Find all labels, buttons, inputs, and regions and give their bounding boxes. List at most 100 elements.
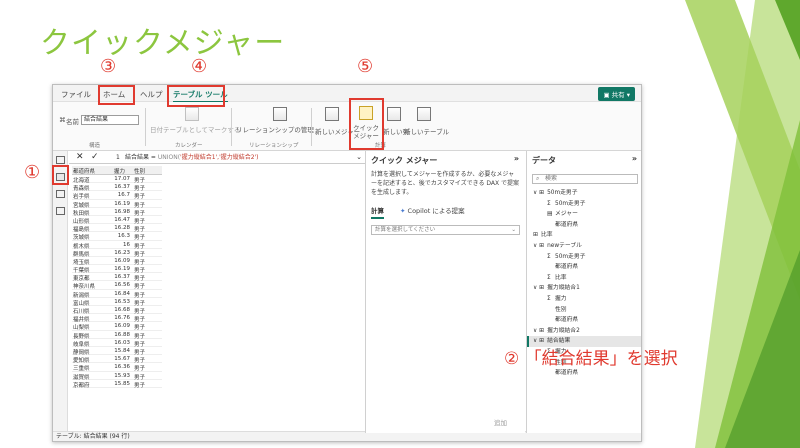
dax-query-icon[interactable] xyxy=(56,207,65,215)
sigma-icon: Σ xyxy=(547,274,551,281)
table-cell: 16.88 xyxy=(114,331,130,338)
table-row: 三重県 16.36 男子 xyxy=(72,363,162,372)
new-column-icon xyxy=(387,107,401,121)
add-button[interactable]: 追加 xyxy=(494,417,507,427)
copilot-tab-label: Copilot による提案 xyxy=(407,207,465,215)
data-field-item[interactable]: 都道府県 xyxy=(527,220,641,231)
table-row: 石川県 16.68 男子 xyxy=(72,306,162,315)
data-field-item[interactable]: ▤ メジャー xyxy=(527,209,641,220)
calculator-icon: ▤ xyxy=(547,211,553,218)
model-view-icon[interactable] xyxy=(56,190,65,198)
data-field-item[interactable]: Σ 握力 xyxy=(527,294,641,305)
table-cell: 15.93 xyxy=(114,372,130,379)
divider xyxy=(231,108,232,146)
marker-1: ① xyxy=(24,162,41,183)
table-cell: 15.67 xyxy=(114,356,130,363)
data-table-item[interactable]: ∨ ⊞ 握力縦結合2 xyxy=(527,326,641,337)
table-cell: 16.09 xyxy=(114,323,130,330)
calculation-select[interactable]: 計算を選択してください ⌄ xyxy=(371,225,520,235)
data-field-item[interactable]: 都道府県 xyxy=(527,262,641,273)
data-panel-title: データ xyxy=(532,156,556,165)
table-cell: 16.03 xyxy=(114,339,130,346)
table-row: 福島県 16.28 男子 xyxy=(72,224,162,233)
column-header[interactable]: 握力 xyxy=(114,167,130,175)
table-cell: 16.98 xyxy=(114,208,130,215)
table-row: 滋賀県 15.93 男子 xyxy=(72,372,162,381)
data-field-item[interactable]: 都道府県 xyxy=(527,315,641,326)
item-label: メジャー xyxy=(555,211,578,218)
column-header[interactable]: 性別 xyxy=(134,167,145,175)
item-label: 50m走男子 xyxy=(547,190,578,196)
collapse-icon[interactable]: » xyxy=(632,154,637,163)
slide-title: クイックメジャー xyxy=(40,26,286,61)
tab-copilot[interactable]: ✦ Copilot による提案 xyxy=(400,205,465,215)
search-input[interactable]: ⌕ 検索 xyxy=(532,174,638,184)
data-field-item[interactable]: 都道府県 xyxy=(527,368,641,379)
chevron-down-icon[interactable]: ⌄ xyxy=(356,151,362,164)
data-field-item[interactable]: Σ 比率 xyxy=(527,273,641,284)
marker-5: ⑤ xyxy=(357,56,374,77)
report-view-icon[interactable] xyxy=(56,156,65,164)
formula-line-number: 1 xyxy=(116,154,120,161)
table-cell: 16.09 xyxy=(114,257,130,264)
table-row: 秋田県 16.98 男子 xyxy=(72,208,162,217)
quick-panel-description: 計算を選択してメジャーを作成するか、必要なメジャーを記述すると、後でカスタマイズ… xyxy=(371,171,520,196)
chevron-down-icon: ⌄ xyxy=(511,227,516,233)
table-cell: 16.19 xyxy=(114,200,130,207)
confirm-icon[interactable]: ✓ xyxy=(91,151,99,164)
highlight-table-view xyxy=(52,165,69,185)
item-label: 握力縦結合1 xyxy=(547,285,580,292)
share-button[interactable]: ▣ 共有 ▾ xyxy=(598,87,635,101)
data-field-item[interactable]: Σ 50m走男子 xyxy=(527,252,641,263)
table-icon: ⊞ xyxy=(539,285,544,292)
table-cell: 16.36 xyxy=(114,364,130,371)
collapse-icon[interactable]: » xyxy=(514,154,519,163)
new-table-button[interactable]: 新しいテーブル xyxy=(404,126,449,136)
menu-tabs: ファイル ホーム ヘルプ テーブル ツール ▣ 共有 ▾ xyxy=(53,85,641,103)
quick-panel-title: クイック メジャー xyxy=(371,156,438,165)
calculation-select-placeholder: 計算を選択してください xyxy=(375,227,436,233)
data-table-item[interactable]: ∨ ⊞ 握力縦結合1 xyxy=(527,283,641,294)
highlight-table-tools-tab xyxy=(167,85,225,107)
powerbi-window: ファイル ホーム ヘルプ テーブル ツール ▣ 共有 ▾ ⌘ 名前 結合結果 構… xyxy=(52,84,642,442)
tab-calc[interactable]: 計算 xyxy=(371,205,384,219)
data-table: 都道府県 握力 性別 北海道 17.07 男子 青森県 16.37 男子 岩手県 16.7 男子… xyxy=(72,166,162,389)
quick-panel-tabs: 計算 ✦ Copilot による提案 xyxy=(366,205,525,219)
data-field-item[interactable]: 性別 xyxy=(527,305,641,316)
table-row: 群馬県 16.23 男子 xyxy=(72,249,162,258)
table-row: 神奈川県 16.56 男子 xyxy=(72,281,162,290)
item-label: 50m走男子 xyxy=(555,253,586,260)
table-cell: 16.68 xyxy=(114,307,130,313)
item-label: 都道府県 xyxy=(555,317,579,324)
sigma-icon: Σ xyxy=(547,253,551,260)
mark-date-table-button[interactable]: 日付テーブルとしてマークする xyxy=(150,124,240,134)
table-row: 宮城県 16.19 男子 xyxy=(72,200,162,209)
table-cell: 17.07 xyxy=(114,176,130,182)
data-field-item[interactable]: Σ 50m走男子 xyxy=(527,199,641,210)
highlight-home-tab xyxy=(98,85,135,105)
formula-bar[interactable]: ✕ ✓ 1 結合結果 = UNION('握力縦結合1','握力縦結合2') ⌄ xyxy=(69,151,365,164)
tab-file[interactable]: ファイル xyxy=(61,89,91,100)
data-table-item[interactable]: ∨ ⊞ newテーブル xyxy=(527,241,641,252)
item-label: 性別 xyxy=(555,306,567,313)
marker-3: ③ xyxy=(100,56,117,77)
cancel-icon[interactable]: ✕ xyxy=(76,151,84,164)
manage-relationships-button[interactable]: リレーションシップの管理 xyxy=(236,124,314,134)
table-row: 福井県 16.76 男子 xyxy=(72,314,162,323)
table-row: 富山県 16.53 男子 xyxy=(72,298,162,307)
item-label: 50m走男子 xyxy=(555,200,586,207)
column-header[interactable]: 都道府県 xyxy=(73,167,95,175)
table-row: 長野県 16.88 男子 xyxy=(72,331,162,340)
group-relationships: リレーションシップ xyxy=(249,143,299,149)
data-table-item[interactable]: ∨ ⊞ 50m走男子 xyxy=(527,188,641,199)
formula-prefix: 結合結果 = xyxy=(125,154,158,161)
table-cell: 16.84 xyxy=(114,290,130,297)
tab-help[interactable]: ヘルプ xyxy=(140,89,163,100)
table-cell: 16.23 xyxy=(114,249,130,256)
table-row: 青森県 16.37 男子 xyxy=(72,183,162,192)
sparkle-icon: ✦ xyxy=(400,207,406,215)
table-name-input[interactable]: 結合結果 xyxy=(81,115,139,125)
ribbon: ⌘ 名前 結合結果 構造 日付テーブルとしてマークする カレンダー リレーション… xyxy=(53,102,641,151)
sigma-icon: Σ xyxy=(547,295,551,302)
data-table-item[interactable]: ⊞ 比率 xyxy=(527,230,641,241)
